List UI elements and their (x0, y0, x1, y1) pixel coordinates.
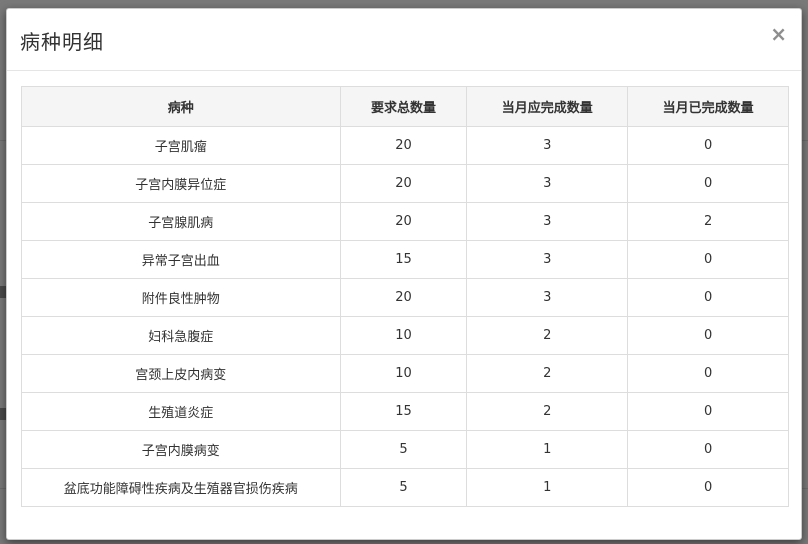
table-row: 子宫内膜异位症 20 3 0 (21, 164, 789, 203)
cell-disease: 子宫腺肌病 (21, 202, 341, 241)
cell-disease: 妇科急腹症 (21, 316, 341, 355)
cell-month-due: 3 (466, 240, 629, 279)
cell-disease: 子宫肌瘤 (21, 126, 341, 165)
header-month-due: 当月应完成数量 (466, 86, 629, 127)
table-row: 妇科急腹症 10 2 0 (21, 316, 789, 355)
cell-month-due: 2 (466, 316, 629, 355)
cell-required-total: 5 (339, 430, 468, 469)
table-row: 生殖道炎症 15 2 0 (21, 392, 789, 431)
table-row: 宫颈上皮内病变 10 2 0 (21, 354, 789, 393)
cell-month-completed: 2 (627, 202, 789, 241)
cell-month-due: 3 (466, 126, 629, 165)
cell-month-completed: 0 (627, 354, 789, 393)
cell-month-due: 3 (466, 164, 629, 203)
cell-month-completed: 0 (627, 392, 789, 431)
cell-required-total: 20 (339, 164, 468, 203)
cell-month-completed: 0 (627, 240, 789, 279)
disease-table: 病种 要求总数量 当月应完成数量 当月已完成数量 子宫肌瘤 20 3 0 子宫内膜异位症… (21, 86, 789, 507)
cell-month-due: 3 (466, 278, 629, 317)
modal-header: 病种明细 × (7, 9, 801, 71)
table-row: 盆底功能障碍性疾病及生殖器官损伤疾病 5 1 0 (21, 468, 789, 507)
cell-month-completed: 0 (627, 316, 789, 355)
table-row: 异常子宫出血 15 3 0 (21, 240, 789, 279)
cell-disease: 附件良性肿物 (21, 278, 341, 317)
cell-month-completed: 0 (627, 126, 789, 165)
cell-month-due: 1 (466, 468, 629, 507)
cell-disease: 子宫内膜病变 (21, 430, 341, 469)
table-row: 附件良性肿物 20 3 0 (21, 278, 789, 317)
cell-month-due: 2 (466, 392, 629, 431)
table-row: 子宫腺肌病 20 3 2 (21, 202, 789, 241)
modal-body: 病种 要求总数量 当月应完成数量 当月已完成数量 子宫肌瘤 20 3 0 子宫内膜异位症… (7, 71, 801, 522)
cell-disease: 生殖道炎症 (21, 392, 341, 431)
disease-detail-modal: 病种明细 × 病种 要求总数量 当月应完成数量 当月已完成数量 子宫肌瘤 20 3 0… (6, 8, 802, 540)
table-row: 子宫内膜病变 5 1 0 (21, 430, 789, 469)
table-row: 子宫肌瘤 20 3 0 (21, 126, 789, 165)
cell-month-due: 2 (466, 354, 629, 393)
cell-month-completed: 0 (627, 278, 789, 317)
cell-required-total: 20 (339, 278, 468, 317)
cell-required-total: 15 (339, 240, 468, 279)
cell-month-completed: 0 (627, 430, 789, 469)
cell-disease: 子宫内膜异位症 (21, 164, 341, 203)
cell-required-total: 10 (339, 316, 468, 355)
cell-required-total: 5 (339, 468, 468, 507)
modal-title: 病种明细 (20, 30, 104, 54)
header-required-total: 要求总数量 (339, 86, 468, 127)
header-month-completed: 当月已完成数量 (627, 86, 789, 127)
cell-required-total: 20 (339, 202, 468, 241)
header-disease: 病种 (21, 86, 341, 127)
close-button[interactable]: × (770, 24, 787, 44)
cell-disease: 宫颈上皮内病变 (21, 354, 341, 393)
cell-required-total: 15 (339, 392, 468, 431)
cell-month-completed: 0 (627, 164, 789, 203)
cell-month-due: 3 (466, 202, 629, 241)
cell-required-total: 20 (339, 126, 468, 165)
cell-disease: 异常子宫出血 (21, 240, 341, 279)
table-header-row: 病种 要求总数量 当月应完成数量 当月已完成数量 (21, 86, 789, 127)
cell-disease: 盆底功能障碍性疾病及生殖器官损伤疾病 (21, 468, 341, 507)
cell-required-total: 10 (339, 354, 468, 393)
cell-month-due: 1 (466, 430, 629, 469)
cell-month-completed: 0 (627, 468, 789, 507)
